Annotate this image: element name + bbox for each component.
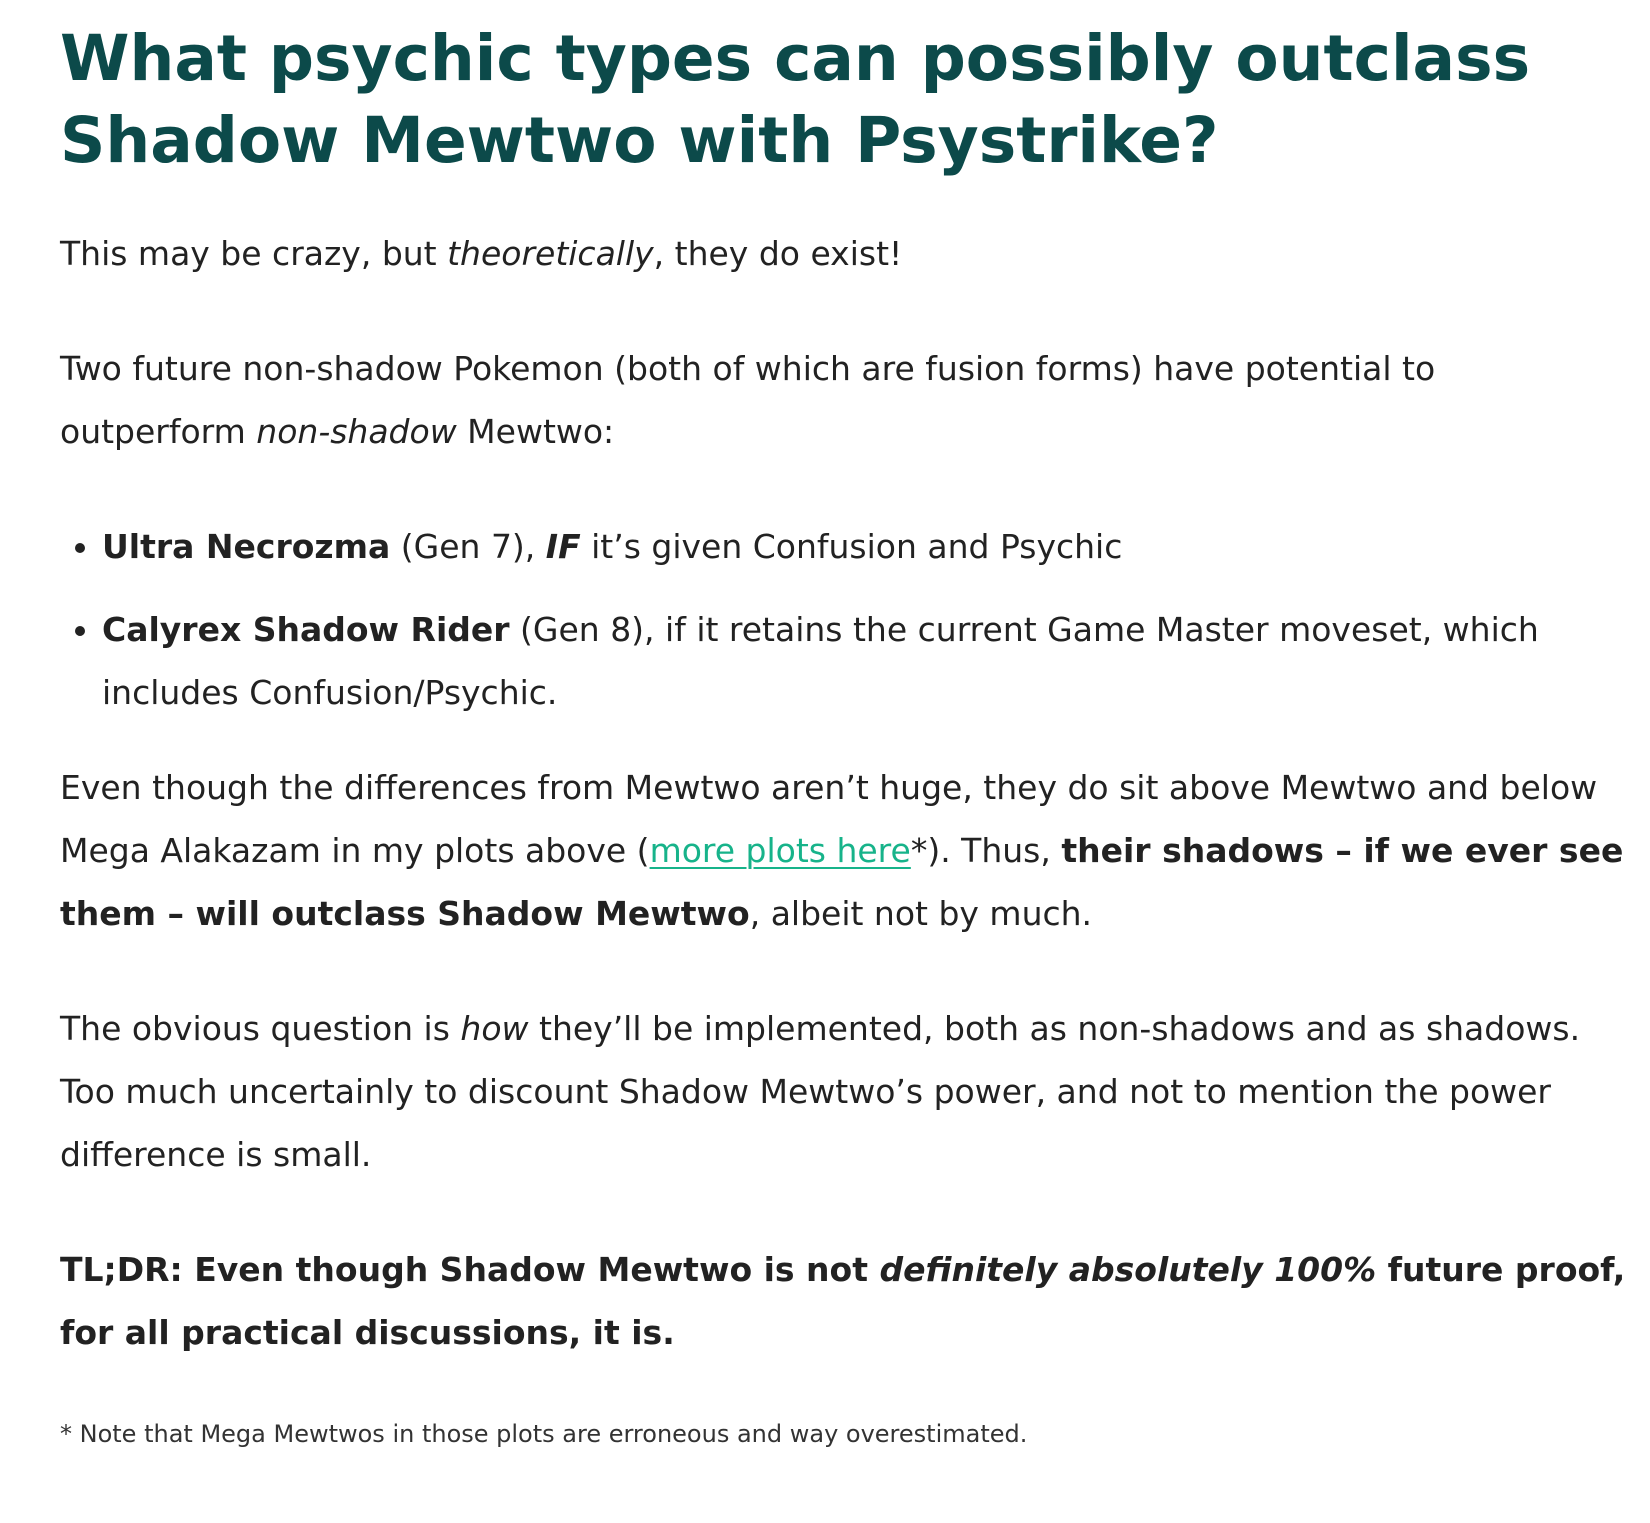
list-item-text-b: it’s given Confusion and Psychic (580, 527, 1123, 566)
tldr-text-a: TL;DR: Even though Shadow Mewtwo is not (60, 1250, 880, 1289)
tldr-paragraph: TL;DR: Even though Shadow Mewtwo is not … (60, 1238, 1630, 1364)
list-item-emphasis: IF (545, 527, 581, 566)
differences-paragraph: Even though the differences from Mewtwo … (60, 756, 1630, 945)
differences-text-c: , albeit not by much. (749, 894, 1093, 933)
future-pokemon-paragraph: Two future non-shadow Pokemon (both of w… (60, 337, 1630, 463)
question-paragraph: The obvious question is how they’ll be i… (60, 997, 1630, 1186)
list-item: Calyrex Shadow Rider (Gen 8), if it reta… (102, 598, 1630, 724)
list-item-name: Ultra Necrozma (102, 527, 391, 566)
pokemon-list: Ultra Necrozma (Gen 7), IF it’s given Co… (60, 515, 1630, 724)
article: What psychic types can possibly outclass… (60, 18, 1630, 1452)
list-item-text-a: (Gen 7), (390, 527, 546, 566)
intro-paragraph: This may be crazy, but theoretically, th… (60, 222, 1630, 285)
list-item-name: Calyrex Shadow Rider (102, 610, 510, 649)
differences-text-b: *). Thus, (910, 831, 1062, 870)
tldr-emphasis: definitely absolutely 100% (879, 1250, 1377, 1289)
intro-emphasis: theoretically (447, 234, 654, 273)
article-title: What psychic types can possibly outclass… (60, 22, 1531, 177)
question-emphasis: how (460, 1009, 529, 1048)
intro-text-b: , they do exist! (653, 234, 903, 273)
question-text-a: The obvious question is (60, 1009, 461, 1048)
intro-text-a: This may be crazy, but (60, 234, 448, 273)
list-item: Ultra Necrozma (Gen 7), IF it’s given Co… (102, 515, 1630, 578)
footnote: * Note that Mega Mewtwos in those plots … (60, 1420, 1028, 1448)
future-emphasis: non-shadow (256, 412, 457, 451)
more-plots-link[interactable]: more plots here (650, 831, 911, 870)
future-text-b: Mewtwo: (456, 412, 615, 451)
